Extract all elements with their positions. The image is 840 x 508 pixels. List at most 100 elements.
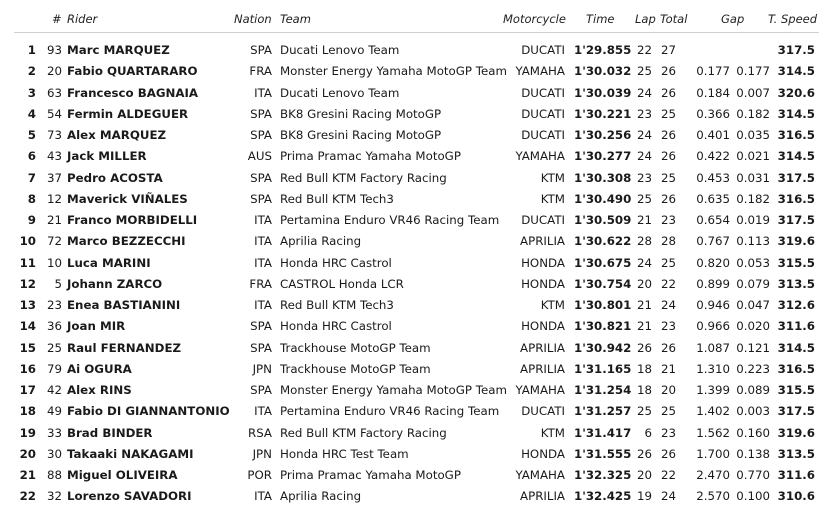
lap-time: 1'32.325 [574,468,632,482]
gap-to-first: 1.399 [696,383,730,397]
nation: ITA [254,85,272,100]
position: 5 [27,128,36,142]
best-lap: 22 [636,43,652,57]
lap-time: 1'31.417 [574,425,632,440]
rider-name: Ai OGURA [67,361,132,376]
total-laps: 23 [660,213,676,227]
lap-time: 1'31.165 [574,361,632,376]
table-row: 1 93 Marc MARQUEZ SPA Ducati Lenovo Team DUCA… [0,40,840,61]
header-total: Total [660,12,688,26]
header-divider [14,32,819,33]
total-laps: 24 [660,489,676,504]
table-row: 22 32 Lorenzo SAVADORI ITA Aprilia Racing APR… [0,486,840,507]
gap-to-previous: 0.047 [736,298,770,312]
rider-name: Miguel OLIVEIRA [67,468,178,482]
table-row: 2 20 Fabio QUARTARARO FRA Monster Energy Yam… [0,61,840,82]
top-speed: 314.5 [777,149,815,164]
motorcycle: DUCATI [521,404,565,419]
lap-time: 1'30.754 [574,276,632,291]
position: 16 [19,361,36,376]
nation: FRA [249,276,272,291]
gap-to-first: 1.087 [696,340,730,355]
lap-time: 1'31.555 [574,446,632,461]
table-row: 19 33 Brad BINDER RSA Red Bull KTM Factory R… [0,423,840,444]
gap-to-first: 2.570 [696,489,730,504]
gap-to-first: 2.470 [696,468,730,482]
position: 19 [19,425,36,440]
position: 6 [27,149,36,164]
top-speed: 317.5 [777,404,815,419]
rider-number: 79 [46,361,62,376]
top-speed: 314.5 [777,106,815,121]
total-laps: 26 [660,64,676,79]
team-name: Aprilia Racing [280,234,362,249]
lap-time: 1'30.821 [574,319,632,334]
gap-to-first: 1.402 [696,404,730,419]
motorcycle: HONDA [521,276,565,291]
team-name: Red Bull KTM Factory Racing [280,170,447,185]
total-laps: 27 [660,43,676,57]
rider-number: 20 [46,64,62,79]
position: 4 [27,106,36,121]
motorcycle: YAMAHA [515,383,565,397]
position: 7 [27,170,36,185]
motorcycle: KTM [540,298,565,312]
top-speed: 316.5 [777,191,815,206]
team-name: Trackhouse MotoGP Team [280,361,431,376]
best-lap: 19 [636,489,652,504]
motorcycle: YAMAHA [515,64,565,79]
position: 15 [19,340,36,355]
total-laps: 25 [660,106,676,121]
motorcycle: APRILIA [520,361,565,376]
gap-to-previous: 0.021 [736,149,770,164]
gap-to-first: 0.366 [696,106,730,121]
position: 18 [19,404,36,419]
position: 9 [27,213,36,227]
nation: RSA [248,425,272,440]
gap-to-previous: 0.182 [736,106,770,121]
table-row: 8 12 Maverick VIÑALES SPA Red Bull KTM Tech3… [0,189,840,210]
nation: SPA [250,170,272,185]
nation: POR [247,468,272,482]
gap-to-first: 0.635 [696,191,730,206]
best-lap: 21 [636,213,652,227]
gap-to-previous: 0.121 [736,340,770,355]
best-lap: 24 [636,128,652,142]
rider-number: 72 [46,234,62,249]
top-speed: 314.5 [777,64,815,79]
gap-to-first: 1.562 [696,425,730,440]
team-name: Ducati Lenovo Team [280,43,400,57]
position: 20 [19,446,36,461]
gap-to-previous: 0.138 [736,446,770,461]
best-lap: 24 [636,149,652,164]
rider-name: Marc MARQUEZ [67,43,170,57]
gap-to-first: 0.401 [696,128,730,142]
table-row: 5 73 Alex MARQUEZ SPA BK8 Gresini Racing Mot… [0,125,840,146]
gap-to-previous: 0.031 [736,170,770,185]
rider-name: Takaaki NAKAGAMI [67,446,194,461]
gap-to-first: 0.422 [696,149,730,164]
total-laps: 26 [660,128,676,142]
rider-name: Jack MILLER [67,149,147,164]
rider-name: Johann ZARCO [67,276,163,291]
rider-name: Joan MIR [67,319,126,334]
lap-time: 1'30.675 [574,255,632,270]
header-number: # [52,12,62,26]
rider-name: Alex RINS [67,383,132,397]
motorcycle: KTM [540,425,565,440]
nation: ITA [254,255,272,270]
lap-time: 1'29.855 [574,43,632,57]
header-rider: Rider [67,12,98,26]
gap-to-previous: 0.020 [736,319,770,334]
gap-to-first: 0.899 [696,276,730,291]
position: 8 [27,191,36,206]
lap-time: 1'31.254 [574,383,632,397]
rider-number: 23 [46,298,62,312]
gap-to-previous: 0.182 [736,191,770,206]
total-laps: 22 [660,468,676,482]
position: 21 [19,468,36,482]
lap-time: 1'30.221 [574,106,632,121]
lap-time: 1'30.622 [574,234,632,249]
best-lap: 24 [636,85,652,100]
gap-to-previous: 0.019 [736,213,770,227]
